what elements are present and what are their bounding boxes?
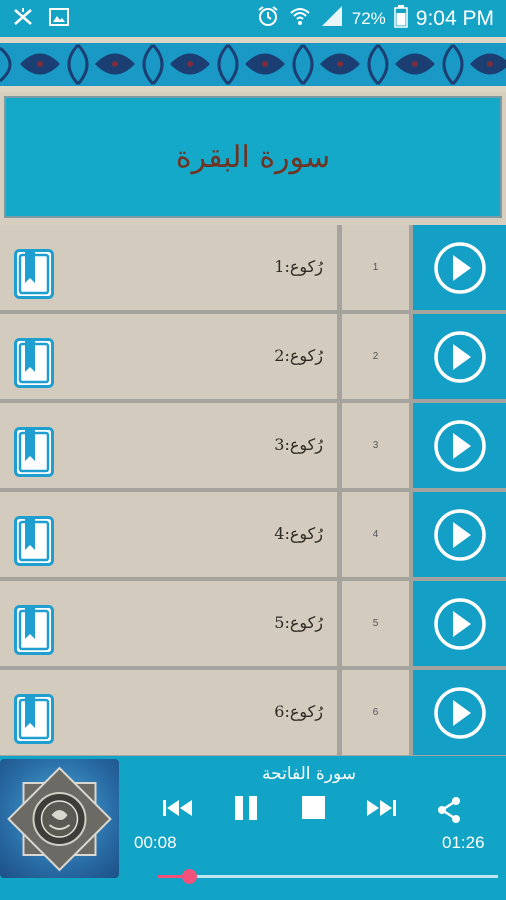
list-item[interactable]: رُکوع:5 5 <box>0 581 506 666</box>
play-icon <box>433 508 486 561</box>
current-time: 00:08 <box>134 833 177 852</box>
play-button[interactable] <box>413 581 506 666</box>
list-item[interactable]: رُکوع:1 1 <box>0 225 506 310</box>
seek-thumb[interactable] <box>181 869 197 884</box>
ruku-number: 5 <box>342 581 409 666</box>
wifi-icon <box>288 4 312 33</box>
play-icon <box>433 686 486 739</box>
signal-icon <box>320 4 344 33</box>
play-button[interactable] <box>413 492 506 577</box>
track-title: سورة الفاتحة <box>262 764 357 784</box>
ruku-label: رُکوع:2 <box>274 346 323 365</box>
next-button[interactable] <box>365 796 397 824</box>
banner-pattern <box>0 43 506 86</box>
ruku-number: 1 <box>342 225 409 310</box>
audio-player: سورة الفاتحة 00:08 01:26 <box>0 756 506 900</box>
play-icon <box>433 419 486 472</box>
book-icon[interactable] <box>14 338 54 388</box>
play-icon <box>433 597 486 650</box>
ruku-label: رُکوع:5 <box>274 613 323 632</box>
octagram-icon <box>7 766 112 872</box>
skip-next-icon <box>367 800 396 816</box>
list-item[interactable]: رُکوع:3 3 <box>0 403 506 488</box>
status-bar: 72% 9:04 PM <box>0 0 506 37</box>
total-time: 01:26 <box>442 833 485 852</box>
ruku-cell[interactable]: رُکوع:5 <box>0 581 337 666</box>
play-icon <box>433 330 486 383</box>
list-item[interactable]: رُکوع:6 6 <box>0 670 506 755</box>
alarm-icon <box>256 4 280 33</box>
app-notification-icon <box>12 6 34 32</box>
stop-button[interactable] <box>301 795 326 824</box>
book-icon[interactable] <box>14 249 54 299</box>
play-button[interactable] <box>413 403 506 488</box>
ruku-number: 3 <box>342 403 409 488</box>
previous-button[interactable] <box>162 796 194 824</box>
decorative-banner <box>0 37 506 92</box>
play-button[interactable] <box>413 225 506 310</box>
play-icon <box>433 241 486 294</box>
surah-title-box: سورة البقرة <box>4 96 502 218</box>
ruku-cell[interactable]: رُکوع:3 <box>0 403 337 488</box>
share-button[interactable] <box>436 796 462 828</box>
image-notification-icon <box>48 6 70 32</box>
book-icon[interactable] <box>14 605 54 655</box>
ruku-cell[interactable]: رُکوع:6 <box>0 670 337 755</box>
book-icon[interactable] <box>14 516 54 566</box>
title-area: سورة البقرة <box>0 92 506 225</box>
ruku-number: 4 <box>342 492 409 577</box>
seek-bar[interactable] <box>158 869 498 884</box>
surah-title: سورة البقرة <box>175 139 331 175</box>
ruku-label: رُکوع:1 <box>274 257 323 276</box>
battery-icon <box>394 4 408 33</box>
list-item[interactable]: رُکوع:2 2 <box>0 314 506 399</box>
share-icon <box>438 797 460 823</box>
ruku-number: 2 <box>342 314 409 399</box>
play-button[interactable] <box>413 314 506 399</box>
ruku-label: رُکوع:3 <box>274 435 323 454</box>
pause-icon <box>235 796 257 820</box>
list-item[interactable]: رُکوع:4 4 <box>0 492 506 577</box>
ruku-label: رُکوع:6 <box>274 702 323 721</box>
ruku-cell[interactable]: رُکوع:2 <box>0 314 337 399</box>
play-button[interactable] <box>413 670 506 755</box>
skip-previous-icon <box>163 800 192 816</box>
ruku-cell[interactable]: رُکوع:1 <box>0 225 337 310</box>
album-artwork <box>0 759 119 878</box>
book-icon[interactable] <box>14 694 54 744</box>
ruku-number: 6 <box>342 670 409 755</box>
ruku-cell[interactable]: رُکوع:4 <box>0 492 337 577</box>
clock: 9:04 PM <box>415 6 494 30</box>
book-icon[interactable] <box>14 427 54 477</box>
pause-button[interactable] <box>233 794 259 826</box>
battery-percent: 72% <box>351 8 386 28</box>
stop-icon <box>302 796 325 819</box>
ruku-label: رُکوع:4 <box>274 524 323 543</box>
